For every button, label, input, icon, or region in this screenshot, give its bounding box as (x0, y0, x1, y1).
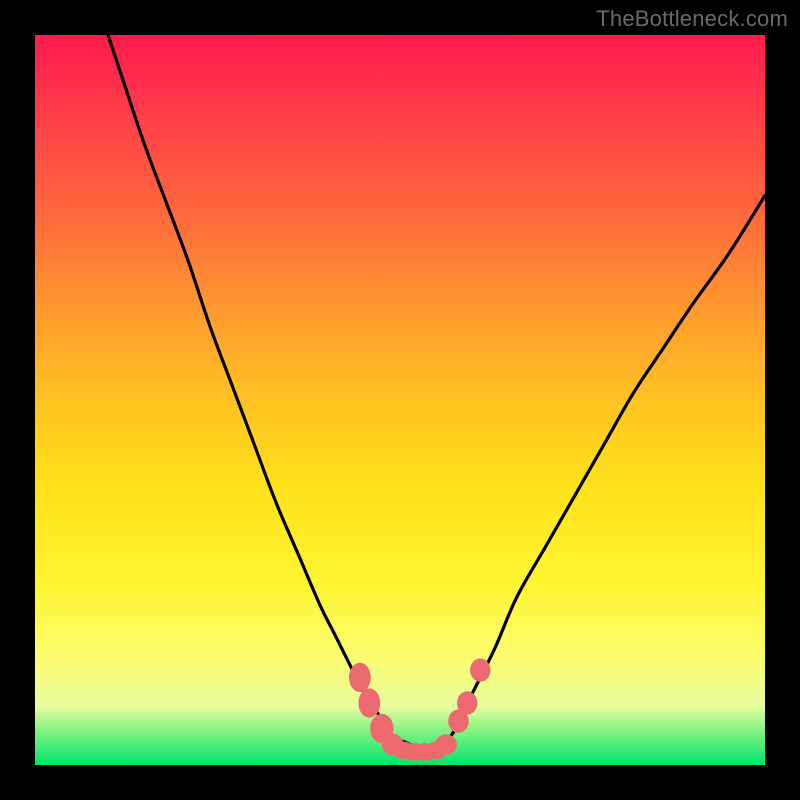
chart-svg (35, 35, 765, 765)
watermark-text: TheBottleneck.com (596, 6, 788, 32)
data-point (358, 688, 380, 717)
data-point (349, 663, 371, 692)
plot-area (35, 35, 765, 765)
bottleneck-curve (108, 35, 765, 752)
data-point (457, 691, 477, 714)
chart-frame: TheBottleneck.com (0, 0, 800, 800)
data-point (470, 658, 490, 681)
data-point (435, 734, 457, 754)
data-point-markers (349, 658, 490, 760)
